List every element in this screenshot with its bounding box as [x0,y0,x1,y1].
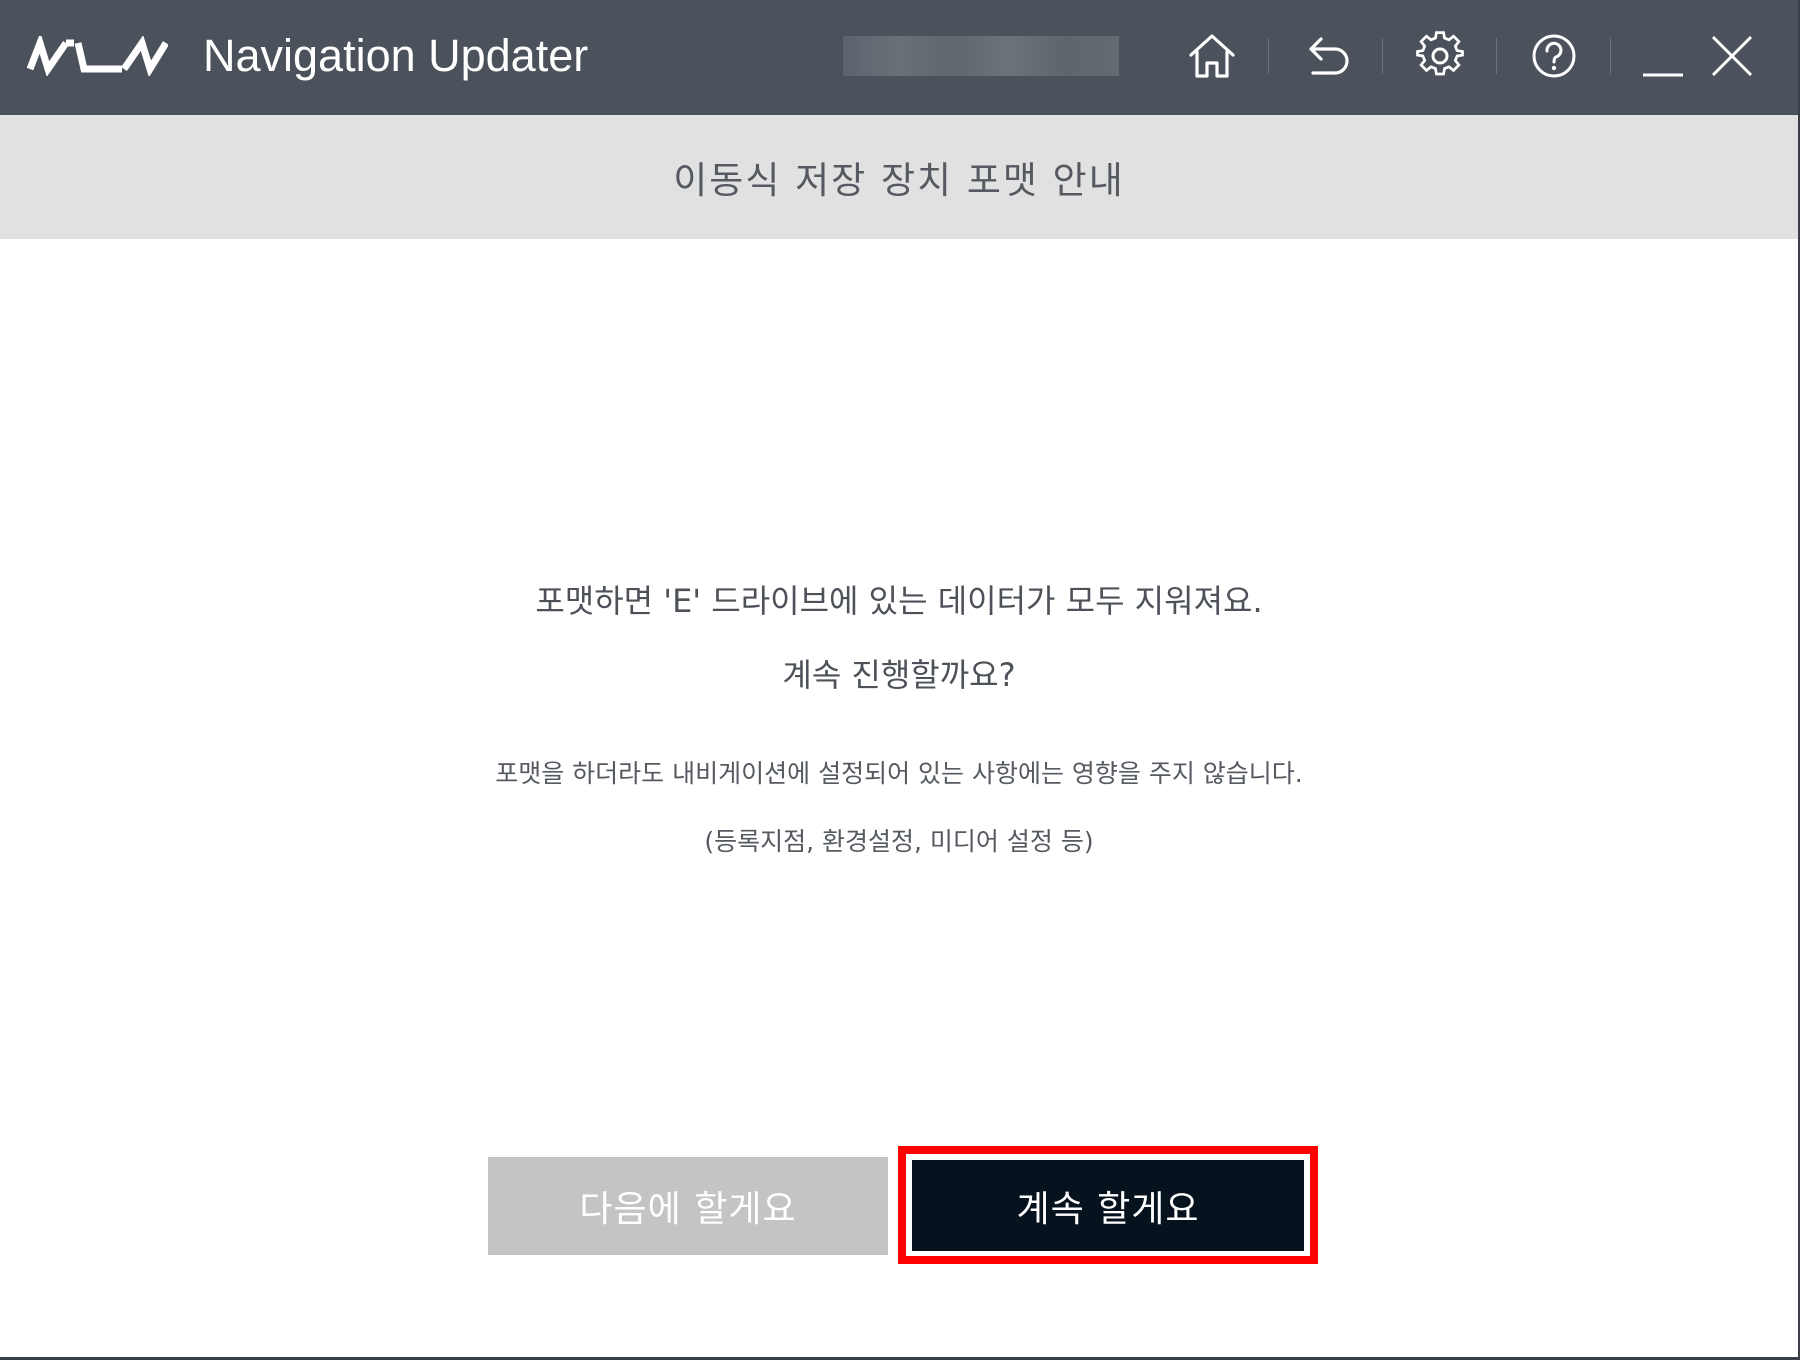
info-note: 포맷을 하더라도 내비게이션에 설정되어 있는 사항에는 영향을 주지 않습니다… [495,759,1303,788]
later-button[interactable]: 다음에 할게요 [488,1157,888,1255]
minimize-button[interactable] [1634,28,1690,84]
back-button[interactable] [1298,28,1354,84]
minimize-icon [1643,73,1683,77]
continue-button[interactable]: 계속 할게요 [912,1160,1304,1251]
title-bar[interactable]: Navigation Updater [0,0,1798,115]
page-header: 이동식 저장 장치 포맷 안내 [0,115,1798,239]
settings-button[interactable] [1412,28,1468,84]
home-button[interactable] [1184,28,1240,84]
separator [1382,38,1383,74]
confirm-question: 계속 진행할까요? [782,656,1016,694]
warning-message: 포맷하면 'E' 드라이브에 있는 데이터가 모두 지워져요. [535,582,1263,620]
separator [1610,38,1611,74]
help-icon [1532,34,1576,78]
close-icon [1711,35,1753,77]
app-title: Navigation Updater [203,30,589,81]
help-button[interactable] [1526,28,1582,84]
blurred-info-area [843,36,1119,76]
settings-gear-icon [1416,31,1464,76]
app-window: Navigation Updater 이동식 저장 장치 포맷 안내 포맷하면 … [0,0,1800,1360]
separator [1496,38,1497,74]
info-note-detail: (등록지점, 환경설정, 미디어 설정 등) [704,827,1094,856]
page-title: 이동식 저장 장치 포맷 안내 [673,159,1125,202]
home-icon [1189,34,1235,78]
kia-logo [26,36,168,76]
separator [1268,38,1269,74]
close-button[interactable] [1704,28,1760,84]
back-icon [1309,37,1349,75]
